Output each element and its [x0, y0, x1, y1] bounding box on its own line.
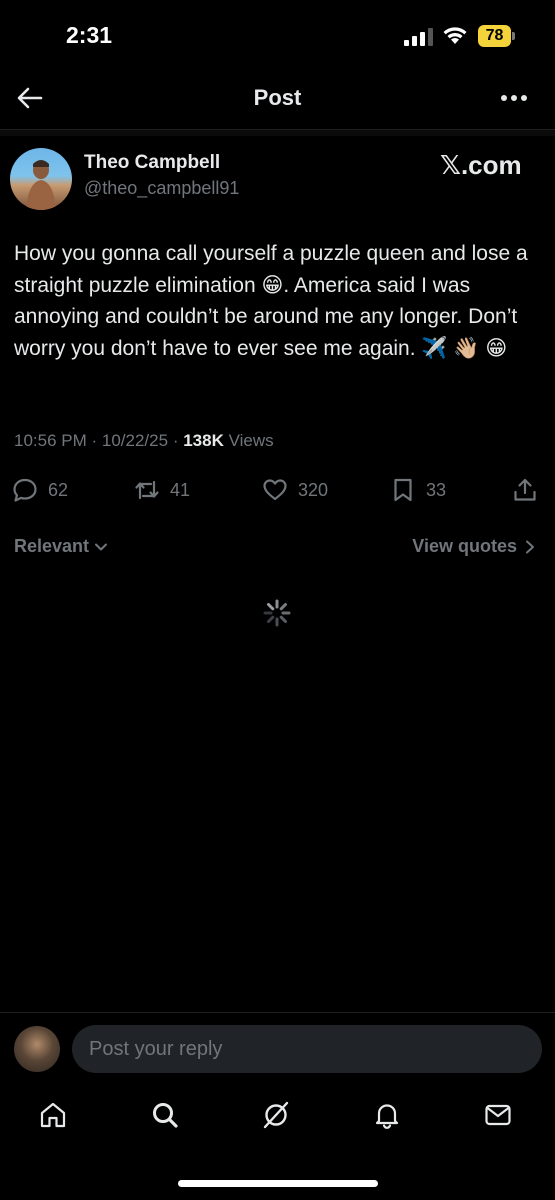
reply-icon [13, 478, 37, 502]
bookmark-count: 33 [426, 479, 447, 500]
post-text: How you gonna call yourself a puzzle que… [14, 242, 528, 360]
reply-input[interactable] [72, 1025, 542, 1073]
battery-indicator: 78 [478, 25, 516, 47]
home-icon [40, 1102, 66, 1128]
repost-count: 41 [170, 479, 191, 500]
bookmark-icon [394, 478, 412, 502]
more-options-icon[interactable] [498, 84, 530, 112]
chevron-right-icon [526, 540, 534, 553]
loading-spinner-icon [263, 599, 291, 627]
post-date[interactable]: 10/22/25 [102, 431, 168, 450]
repost-button[interactable]: 41 [134, 472, 190, 508]
share-icon [514, 478, 536, 501]
battery-cap [512, 32, 515, 40]
bookmark-button[interactable]: 33 [390, 472, 446, 508]
reply-composer [0, 1012, 555, 1086]
view-quotes-label: View quotes [412, 536, 517, 556]
post-metadata: 10:56 PM · 10/22/25 · 138K Views [14, 431, 274, 451]
views-count[interactable]: 138K [183, 431, 224, 450]
like-count: 320 [298, 479, 329, 500]
reply-button[interactable]: 62 [12, 472, 68, 508]
home-indicator [178, 1180, 378, 1187]
author-avatar[interactable] [10, 148, 72, 210]
post-time[interactable]: 10:56 PM [14, 431, 87, 450]
sort-dropdown[interactable]: Relevant [14, 536, 109, 557]
tab-home[interactable] [38, 1100, 74, 1136]
bell-icon [375, 1104, 399, 1129]
user-avatar[interactable] [14, 1026, 60, 1072]
battery-level: 78 [478, 25, 511, 47]
wifi-icon [443, 27, 467, 44]
status-bar: 2:31 78 [0, 0, 555, 70]
source-badge: 𝕏.com [440, 150, 522, 180]
tab-messages[interactable] [483, 1100, 519, 1136]
sort-label: Relevant [14, 536, 90, 556]
search-icon [153, 1103, 178, 1128]
status-time: 2:31 [66, 22, 113, 48]
replies-sort-row: Relevant View quotes [0, 532, 555, 562]
repost-icon [135, 480, 159, 500]
avatar-photo [26, 160, 56, 210]
tab-notifications[interactable] [372, 1100, 408, 1136]
like-button[interactable]: 320 [262, 472, 328, 508]
header-divider [0, 130, 555, 136]
cellular-signal-icon [404, 28, 433, 46]
view-quotes-link[interactable]: View quotes [412, 536, 537, 557]
views-label: Views [228, 431, 274, 450]
author-display-name[interactable]: Theo Campbell [84, 152, 220, 174]
chevron-down-icon [95, 543, 108, 550]
heart-icon [263, 479, 287, 501]
page-title: Post [253, 85, 302, 110]
grok-icon [263, 1101, 289, 1129]
engagement-bar: 62 41 320 33 [0, 472, 555, 508]
share-button[interactable] [512, 472, 538, 508]
reply-count: 62 [48, 479, 69, 500]
meta-separator: · [172, 431, 184, 450]
tab-grok[interactable] [261, 1100, 297, 1136]
meta-separator: · [91, 431, 102, 450]
author-handle[interactable]: @theo_campbell91 [84, 178, 239, 199]
tab-search[interactable] [150, 1100, 186, 1136]
top-navigation: Post [0, 70, 555, 130]
mail-icon [485, 1104, 511, 1126]
